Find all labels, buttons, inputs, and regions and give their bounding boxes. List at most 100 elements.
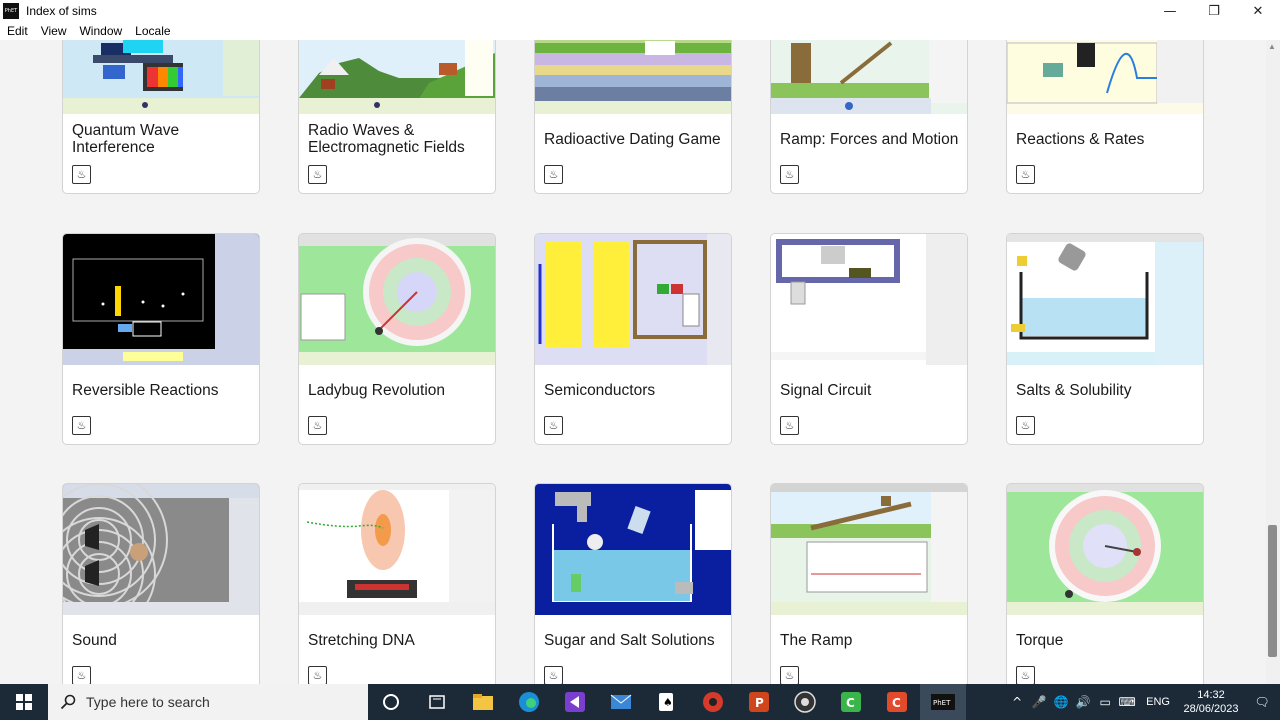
java-icon: ♨ <box>72 416 91 435</box>
scroll-up-arrow-icon[interactable]: ▲ <box>1268 42 1276 51</box>
chevron-up-icon[interactable]: ^ <box>1006 684 1028 720</box>
sim-title: Sugar and Salt Solutions <box>544 632 715 649</box>
sim-card-ladybug-revolution[interactable]: Ladybug Revolution ♨ <box>298 233 496 445</box>
taskbar: Type here to search ♠ P C C PhET ^ 🎤 🌐 🔊… <box>0 684 1280 720</box>
sim-thumbnail <box>63 234 259 365</box>
sim-thumbnail <box>535 484 731 615</box>
sim-title: Radioactive Dating Game <box>544 131 721 148</box>
taskbar-search-box[interactable]: Type here to search <box>48 684 368 720</box>
task-view-icon[interactable] <box>414 684 460 720</box>
sims-grid: Quantum Wave Interference ♨ Radio Waves … <box>0 40 1266 684</box>
sim-card-stretching-dna[interactable]: Stretching DNA ♨ <box>298 483 496 684</box>
menu-bar: Edit View Window Locale <box>0 22 1280 40</box>
sim-title: Ladybug Revolution <box>308 382 446 399</box>
sim-thumbnail <box>299 40 495 114</box>
start-button[interactable] <box>0 684 48 720</box>
minimize-button[interactable]: — <box>1148 0 1192 22</box>
sim-thumbnail <box>63 40 259 114</box>
battery-icon[interactable]: ▭ <box>1094 684 1116 720</box>
clock[interactable]: 14:32 28/06/2023 <box>1178 684 1244 720</box>
powerpoint-icon[interactable]: P <box>736 684 782 720</box>
sim-title: Ramp: Forces and Motion <box>780 131 959 148</box>
sim-card-quantum-wave-interference[interactable]: Quantum Wave Interference ♨ <box>62 40 260 194</box>
sim-title: Reactions & Rates <box>1016 131 1145 148</box>
java-icon: ♨ <box>1016 416 1035 435</box>
sim-thumbnail <box>535 234 731 365</box>
maximize-button[interactable]: ❐ <box>1192 0 1236 22</box>
microphone-icon[interactable]: 🎤 <box>1028 684 1050 720</box>
java-icon: ♨ <box>780 165 799 184</box>
sim-thumbnail <box>63 484 259 615</box>
sim-card-the-ramp[interactable]: The Ramp ♨ <box>770 483 968 684</box>
java-icon: ♨ <box>1016 666 1035 684</box>
close-button[interactable]: ✕ <box>1236 0 1280 22</box>
sim-card-torque[interactable]: Torque ♨ <box>1006 483 1204 684</box>
camtasia-red-icon[interactable]: C <box>874 684 920 720</box>
scrollbar-thumb[interactable] <box>1268 525 1277 657</box>
sim-thumbnail <box>1007 40 1203 114</box>
visual-studio-icon[interactable] <box>552 684 598 720</box>
notifications-icon[interactable]: 🗨 <box>1244 684 1280 720</box>
sim-thumbnail <box>1007 484 1203 615</box>
svg-text:P: P <box>755 696 764 710</box>
sim-card-radio-waves[interactable]: Radio Waves & Electromagnetic Fields ♨ <box>298 40 496 194</box>
volume-icon[interactable]: 🔊 <box>1072 684 1094 720</box>
clock-date: 28/06/2023 <box>1183 703 1239 715</box>
camtasia-green-icon[interactable]: C <box>828 684 874 720</box>
search-icon <box>60 694 76 710</box>
file-explorer-icon[interactable] <box>460 684 506 720</box>
keyboard-icon[interactable]: ⌨ <box>1116 684 1138 720</box>
java-icon: ♨ <box>780 416 799 435</box>
java-icon: ♨ <box>308 165 327 184</box>
window-controls: — ❐ ✕ <box>1148 0 1280 22</box>
sim-card-signal-circuit[interactable]: Signal Circuit ♨ <box>770 233 968 445</box>
clock-time: 14:32 <box>1197 689 1225 701</box>
search-placeholder: Type here to search <box>86 694 210 710</box>
svg-text:♠: ♠ <box>663 696 673 709</box>
sim-title: Semiconductors <box>544 382 656 399</box>
sim-title: Radio Waves & Electromagnetic Fields <box>308 122 465 156</box>
sim-title: Sound <box>72 632 117 649</box>
svg-text:PhET: PhET <box>933 699 951 707</box>
svg-text:C: C <box>892 696 901 710</box>
edge-icon[interactable] <box>506 684 552 720</box>
sim-card-semiconductors[interactable]: Semiconductors ♨ <box>534 233 732 445</box>
obs-icon[interactable] <box>782 684 828 720</box>
mail-icon[interactable] <box>598 684 644 720</box>
sim-title: Signal Circuit <box>780 382 872 399</box>
menu-window[interactable]: Window <box>79 24 122 38</box>
sim-card-radioactive-dating-game[interactable]: Radioactive Dating Game ♨ <box>534 40 732 194</box>
title-bar: PhET Index of sims — ❐ ✕ <box>0 0 1280 22</box>
cortana-icon[interactable] <box>368 684 414 720</box>
java-icon: ♨ <box>544 416 563 435</box>
menu-locale[interactable]: Locale <box>135 24 170 38</box>
sim-title: Reversible Reactions <box>72 382 219 399</box>
solitaire-icon[interactable]: ♠ <box>644 684 690 720</box>
sim-thumbnail <box>771 234 967 365</box>
game-icon[interactable] <box>690 684 736 720</box>
language-indicator[interactable]: ENG <box>1146 696 1170 708</box>
java-icon: ♨ <box>72 165 91 184</box>
sim-thumbnail <box>771 484 967 615</box>
sim-thumbnail <box>535 40 731 114</box>
sim-card-sound[interactable]: Sound ♨ <box>62 483 260 684</box>
sim-card-sugar-salt-solutions[interactable]: Sugar and Salt Solutions ♨ <box>534 483 732 684</box>
window-title: Index of sims <box>26 4 97 18</box>
java-icon: ♨ <box>1016 165 1035 184</box>
phet-icon[interactable]: PhET <box>920 684 966 720</box>
sim-card-salts-solubility[interactable]: Salts & Solubility ♨ <box>1006 233 1204 445</box>
sim-title: Torque <box>1016 632 1064 649</box>
java-icon: ♨ <box>544 165 563 184</box>
network-icon[interactable]: 🌐 <box>1050 684 1072 720</box>
sim-title: The Ramp <box>780 632 853 649</box>
sim-card-reactions-rates[interactable]: Reactions & Rates ♨ <box>1006 40 1204 194</box>
sim-title: Salts & Solubility <box>1016 382 1132 399</box>
menu-view[interactable]: View <box>41 24 67 38</box>
menu-edit[interactable]: Edit <box>7 24 28 38</box>
sim-card-reversible-reactions[interactable]: Reversible Reactions ♨ <box>62 233 260 445</box>
sim-thumbnail <box>299 234 495 365</box>
sim-title: Quantum Wave Interference <box>72 122 180 156</box>
java-icon: ♨ <box>544 666 563 684</box>
svg-text:C: C <box>846 696 855 710</box>
sim-card-ramp-forces-and-motion[interactable]: Ramp: Forces and Motion ♨ <box>770 40 968 194</box>
